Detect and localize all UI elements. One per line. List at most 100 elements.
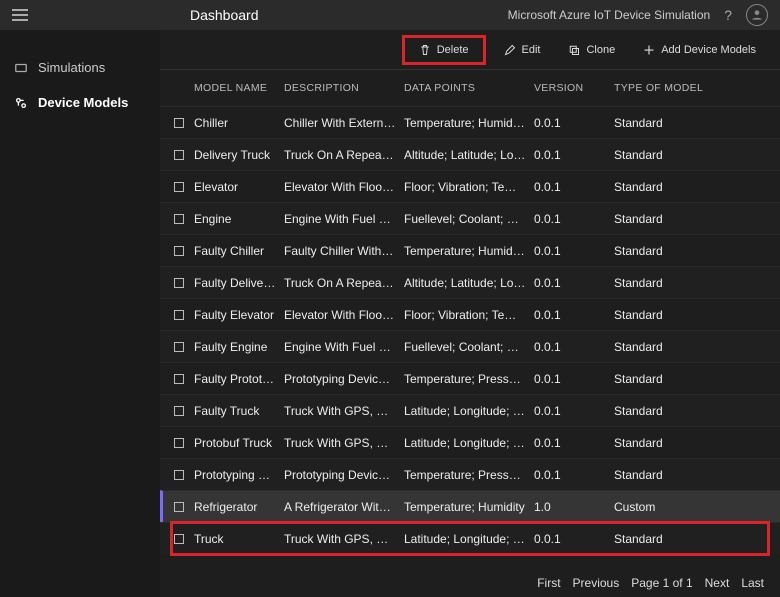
table-row[interactable]: RefrigeratorA Refrigerator With Te...Tem… bbox=[160, 490, 780, 522]
cell-model-name: Faulty Chiller bbox=[194, 244, 284, 258]
menu-icon[interactable] bbox=[12, 6, 28, 24]
table-row[interactable]: Faulty ElevatorElevator With Floor, Vi..… bbox=[160, 298, 780, 330]
cell-type: Standard bbox=[614, 532, 724, 546]
sidebar-item-device-models[interactable]: Device Models bbox=[0, 85, 160, 120]
table-row[interactable]: Prototyping DevicePrototyping Device Wi.… bbox=[160, 458, 780, 490]
row-checkbox[interactable] bbox=[174, 246, 184, 256]
cell-data-points: Floor; Vibration; Temp... bbox=[404, 308, 534, 322]
toolbar: Delete Edit Clone Add Device Models bbox=[160, 30, 780, 70]
cell-description: Faulty Chiller With Wr... bbox=[284, 244, 404, 258]
row-checkbox[interactable] bbox=[174, 118, 184, 128]
pager-first[interactable]: First bbox=[537, 576, 560, 590]
cell-model-name: Faulty Elevator bbox=[194, 308, 284, 322]
row-checkbox[interactable] bbox=[174, 342, 184, 352]
cell-description: Prototyping Device Wi... bbox=[284, 372, 404, 386]
cell-version: 0.0.1 bbox=[534, 404, 614, 418]
cell-type: Standard bbox=[614, 468, 724, 482]
pager-last[interactable]: Last bbox=[741, 576, 764, 590]
table-row[interactable]: Faulty Delivery Tr...Truck On A Repeatin… bbox=[160, 266, 780, 298]
row-checkbox[interactable] bbox=[174, 502, 184, 512]
cell-model-name: Engine bbox=[194, 212, 284, 226]
simulations-icon bbox=[14, 61, 28, 75]
row-checkbox[interactable] bbox=[174, 374, 184, 384]
table-row[interactable]: Faulty Prototypin...Prototyping Device W… bbox=[160, 362, 780, 394]
clone-label: Clone bbox=[586, 44, 615, 56]
cell-data-points: Latitude; Longitude; S... bbox=[404, 404, 534, 418]
table-row[interactable]: Faulty TruckTruck With GPS, Spee...Latit… bbox=[160, 394, 780, 426]
device-models-icon bbox=[14, 96, 28, 110]
cell-model-name: Faulty Engine bbox=[194, 340, 284, 354]
col-type[interactable]: TYPE OF MODEL bbox=[614, 82, 724, 94]
edit-button[interactable]: Edit bbox=[494, 39, 551, 61]
cell-version: 0.0.1 bbox=[534, 180, 614, 194]
cell-model-name: Elevator bbox=[194, 180, 284, 194]
cell-version: 0.0.1 bbox=[534, 532, 614, 546]
cell-model-name: Prototyping Device bbox=[194, 468, 284, 482]
cell-model-name: Delivery Truck bbox=[194, 148, 284, 162]
cell-data-points: Temperature; Humidity bbox=[404, 500, 534, 514]
cell-model-name: Chiller bbox=[194, 116, 284, 130]
cell-type: Standard bbox=[614, 244, 724, 258]
cell-version: 0.0.1 bbox=[534, 244, 614, 258]
cell-data-points: Temperature; Pressure... bbox=[404, 468, 534, 482]
page-title: Dashboard bbox=[190, 7, 259, 23]
col-description[interactable]: DESCRIPTION bbox=[284, 82, 404, 94]
sidebar-item-label: Simulations bbox=[38, 60, 105, 75]
cell-data-points: Latitude; Longitude; S... bbox=[404, 436, 534, 450]
sidebar: Simulations Device Models bbox=[0, 30, 160, 597]
col-data-points[interactable]: DATA POINTS bbox=[404, 82, 534, 94]
trash-icon bbox=[419, 44, 431, 56]
pager-page-indicator: Page 1 of 1 bbox=[631, 576, 692, 590]
cell-data-points: Fuellevel; Coolant; Vib... bbox=[404, 212, 534, 226]
grid-header: MODEL NAME DESCRIPTION DATA POINTS VERSI… bbox=[160, 70, 780, 106]
pager-prev[interactable]: Previous bbox=[573, 576, 620, 590]
delete-button[interactable]: Delete bbox=[402, 35, 486, 65]
clone-button[interactable]: Clone bbox=[558, 39, 625, 61]
table-row[interactable]: Faulty EngineEngine With Fuel Leve...Fue… bbox=[160, 330, 780, 362]
table-row[interactable]: Protobuf TruckTruck With GPS, Spee...Lat… bbox=[160, 426, 780, 458]
add-device-models-button[interactable]: Add Device Models bbox=[633, 39, 766, 61]
cell-data-points: Fuellevel; Coolant; Vib... bbox=[404, 340, 534, 354]
copy-icon bbox=[568, 44, 580, 56]
table-row[interactable]: Delivery TruckTruck On A Repeating...Alt… bbox=[160, 138, 780, 170]
cell-type: Standard bbox=[614, 180, 724, 194]
table-row[interactable]: ElevatorElevator With Floor, Vi...Floor;… bbox=[160, 170, 780, 202]
row-checkbox[interactable] bbox=[174, 534, 184, 544]
cell-model-name: Truck bbox=[194, 532, 284, 546]
row-checkbox[interactable] bbox=[174, 310, 184, 320]
col-model-name[interactable]: MODEL NAME bbox=[194, 82, 284, 94]
sidebar-item-label: Device Models bbox=[38, 95, 128, 110]
cell-version: 0.0.1 bbox=[534, 340, 614, 354]
table-row[interactable]: TruckTruck With GPS, Spee...Latitude; Lo… bbox=[160, 522, 780, 554]
cell-version: 0.0.1 bbox=[534, 308, 614, 322]
row-checkbox[interactable] bbox=[174, 438, 184, 448]
cell-type: Standard bbox=[614, 276, 724, 290]
row-checkbox[interactable] bbox=[174, 182, 184, 192]
avatar[interactable] bbox=[746, 4, 768, 26]
cell-model-name: Refrigerator bbox=[194, 500, 284, 514]
sidebar-item-simulations[interactable]: Simulations bbox=[0, 50, 160, 85]
cell-description: Prototyping Device Wi... bbox=[284, 468, 404, 482]
row-checkbox[interactable] bbox=[174, 150, 184, 160]
row-checkbox[interactable] bbox=[174, 214, 184, 224]
pencil-icon bbox=[504, 44, 516, 56]
delete-label: Delete bbox=[437, 44, 469, 56]
table-row[interactable]: ChillerChiller With External T...Tempera… bbox=[160, 106, 780, 138]
help-icon[interactable]: ? bbox=[724, 7, 732, 23]
cell-description: Elevator With Floor, Vi... bbox=[284, 180, 404, 194]
table-row[interactable]: Faulty ChillerFaulty Chiller With Wr...T… bbox=[160, 234, 780, 266]
row-checkbox[interactable] bbox=[174, 406, 184, 416]
table-row[interactable]: EngineEngine With Fuel Leve...Fuellevel;… bbox=[160, 202, 780, 234]
pager-next[interactable]: Next bbox=[705, 576, 730, 590]
cell-version: 0.0.1 bbox=[534, 436, 614, 450]
cell-description: Engine With Fuel Leve... bbox=[284, 212, 404, 226]
cell-data-points: Floor; Vibration; Temp... bbox=[404, 180, 534, 194]
cell-model-name: Faulty Delivery Tr... bbox=[194, 276, 284, 290]
col-version[interactable]: VERSION bbox=[534, 82, 614, 94]
cell-type: Standard bbox=[614, 436, 724, 450]
cell-type: Standard bbox=[614, 116, 724, 130]
cell-type: Standard bbox=[614, 212, 724, 226]
row-checkbox[interactable] bbox=[174, 470, 184, 480]
row-checkbox[interactable] bbox=[174, 278, 184, 288]
cell-version: 0.0.1 bbox=[534, 148, 614, 162]
